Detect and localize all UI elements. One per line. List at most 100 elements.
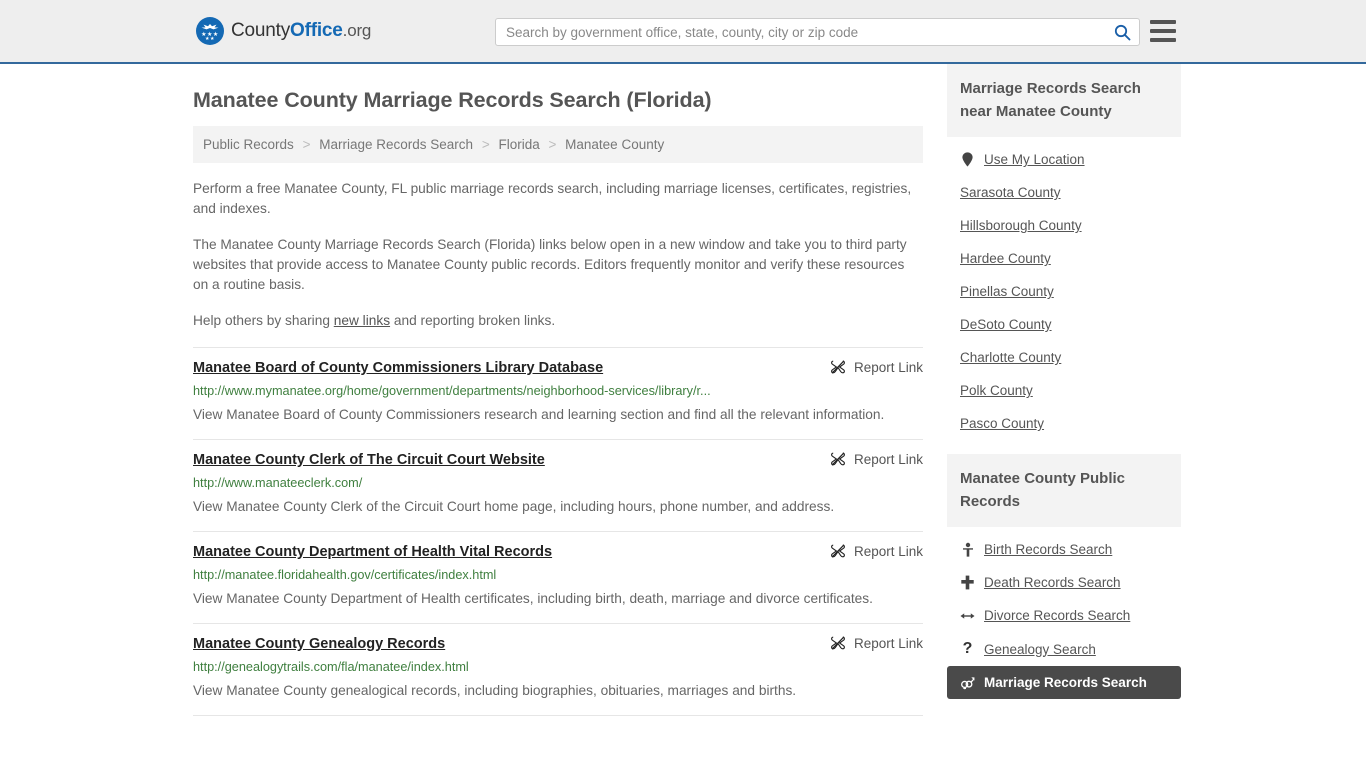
hamburger-bar-1 xyxy=(1150,20,1176,24)
result-url: http://genealogytrails.com/fla/manatee/i… xyxy=(193,660,469,674)
sidebar-item-death-records-search[interactable]: Death Records Search xyxy=(947,566,1181,599)
search-input[interactable] xyxy=(496,19,1105,45)
brand-wordmark: CountyOffice.org xyxy=(231,20,371,42)
breadcrumb-item-marriage-records-search[interactable]: Marriage Records Search xyxy=(319,137,473,152)
result-url: http://www.mymanatee.org/home/government… xyxy=(193,384,711,398)
public-records-list: Birth Records Search Death Records Searc… xyxy=(947,527,1181,699)
result-description: View Manatee County Clerk of the Circuit… xyxy=(193,499,835,514)
sidebar-link-label[interactable]: Divorce Records Search xyxy=(984,608,1130,623)
sidebar-link-label[interactable]: Pasco County xyxy=(960,416,1044,431)
broken-link-icon xyxy=(831,452,845,466)
sidebar-item-sarasota-county[interactable]: Sarasota County xyxy=(947,176,1181,209)
intro-paragraph-2: The Manatee County Marriage Records Sear… xyxy=(193,237,907,292)
report-link-button[interactable]: Report Link xyxy=(814,543,923,559)
sidebar-item-pasco-county[interactable]: Pasco County xyxy=(947,407,1181,440)
result-header: Manatee County Department of Health Vita… xyxy=(193,542,923,562)
nearby-panel: Marriage Records Search near Manatee Cou… xyxy=(947,64,1181,440)
breadcrumb-item-manatee-county[interactable]: Manatee County xyxy=(565,137,664,152)
new-links-link[interactable]: new links xyxy=(334,313,390,328)
report-link-button[interactable]: Report Link xyxy=(814,635,923,651)
content-container: Manatee County Marriage Records Search (… xyxy=(193,64,1181,717)
result-title-link[interactable]: Manatee Board of County Commissioners Li… xyxy=(193,358,603,378)
search-icon xyxy=(1114,24,1130,40)
result-item: Manatee Board of County Commissioners Li… xyxy=(193,347,923,439)
result-description: View Manatee County Department of Health… xyxy=(193,591,873,606)
report-link-button[interactable]: Report Link xyxy=(814,451,923,467)
seal-stars-row-2: ★★ xyxy=(205,36,215,42)
sidebar-item-divorce-records-search[interactable]: Divorce Records Search xyxy=(947,599,1181,632)
map-pin-icon xyxy=(960,152,975,167)
breadcrumb-separator: > xyxy=(548,137,557,152)
page-title: Manatee County Marriage Records Search (… xyxy=(193,88,712,112)
report-link-label: Report Link xyxy=(853,451,923,467)
result-title-link[interactable]: Manatee County Clerk of The Circuit Cour… xyxy=(193,450,545,470)
breadcrumb-separator: > xyxy=(302,137,311,152)
brand-part-county: County xyxy=(231,20,291,41)
sidebar-item-birth-records-search[interactable]: Birth Records Search xyxy=(947,533,1181,566)
sidebar-item-genealogy-search[interactable]: ? Genealogy Search xyxy=(947,632,1181,666)
sidebar-link-label[interactable]: Use My Location xyxy=(984,152,1085,167)
gender-symbols-icon xyxy=(960,676,975,690)
intro-p3-before: Help others by sharing xyxy=(193,313,334,328)
sidebar-item-desoto-county[interactable]: DeSoto County xyxy=(947,308,1181,341)
sidebar-item-use-my-location[interactable]: Use My Location xyxy=(947,143,1181,176)
sidebar-link-label[interactable]: DeSoto County xyxy=(960,317,1052,332)
sidebar-link-label[interactable]: Death Records Search xyxy=(984,575,1121,590)
intro-paragraph-3: Help others by sharing new links and rep… xyxy=(193,311,923,331)
question-mark-icon: ? xyxy=(962,640,973,657)
intro-text: Perform a free Manatee County, FL public… xyxy=(193,179,923,331)
breadcrumb-item-florida[interactable]: Florida xyxy=(498,137,539,152)
report-link-label: Report Link xyxy=(853,359,923,375)
result-item: Manatee County Clerk of The Circuit Cour… xyxy=(193,439,923,531)
intro-p3-after: and reporting broken links. xyxy=(390,313,556,328)
sidebar-item-hillsborough-county[interactable]: Hillsborough County xyxy=(947,209,1181,242)
breadcrumb-item-public-records[interactable]: Public Records xyxy=(203,137,294,152)
sidebar-item-charlotte-county[interactable]: Charlotte County xyxy=(947,341,1181,374)
brand-part-office: Office xyxy=(290,20,343,41)
result-item: Manatee County Genealogy Records Report … xyxy=(193,623,923,715)
hamburger-bar-2 xyxy=(1150,29,1176,33)
eagle-seal-icon: ★★★ ★★ xyxy=(196,17,224,45)
search-button[interactable] xyxy=(1105,19,1139,45)
result-url: http://www.manateeclerk.com/ xyxy=(193,476,363,490)
sidebar-link-label[interactable]: Genealogy Search xyxy=(984,642,1096,657)
cross-icon xyxy=(960,575,975,590)
sidebar-link-label[interactable]: Hardee County xyxy=(960,251,1051,266)
sidebar-item-marriage-records-search[interactable]: Marriage Records Search xyxy=(947,666,1181,699)
site-logo[interactable]: ★★★ ★★ CountyOffice.org xyxy=(196,17,371,45)
sidebar-item-polk-county[interactable]: Polk County xyxy=(947,374,1181,407)
report-link-label: Report Link xyxy=(853,635,923,651)
public-records-panel-heading: Manatee County Public Records xyxy=(947,454,1181,527)
nearby-county-list: Use My Location Sarasota County Hillsbor… xyxy=(947,137,1181,440)
result-header: Manatee County Clerk of The Circuit Cour… xyxy=(193,450,923,470)
public-records-panel: Manatee County Public Records Birth Reco… xyxy=(947,454,1181,699)
result-title-link[interactable]: Manatee County Department of Health Vita… xyxy=(193,542,552,562)
result-header: Manatee County Genealogy Records Report … xyxy=(193,634,923,654)
sidebar-link-label[interactable]: Pinellas County xyxy=(960,284,1054,299)
result-title-link[interactable]: Manatee County Genealogy Records xyxy=(193,634,445,654)
sidebar-item-pinellas-county[interactable]: Pinellas County xyxy=(947,275,1181,308)
sidebar-link-label[interactable]: Sarasota County xyxy=(960,185,1061,200)
broken-link-icon xyxy=(831,544,845,558)
sidebar-item-hardee-county[interactable]: Hardee County xyxy=(947,242,1181,275)
sidebar-link-label[interactable]: Charlotte County xyxy=(960,350,1061,365)
sidebar-link-label[interactable]: Hillsborough County xyxy=(960,218,1082,233)
nearby-panel-heading: Marriage Records Search near Manatee Cou… xyxy=(947,64,1181,137)
baby-icon xyxy=(960,542,975,557)
hamburger-menu-icon[interactable] xyxy=(1150,20,1176,42)
result-item-divider xyxy=(193,715,923,717)
sidebar-link-label[interactable]: Birth Records Search xyxy=(984,542,1112,557)
sidebar: Marriage Records Search near Manatee Cou… xyxy=(947,64,1181,717)
sidebar-link-label[interactable]: Polk County xyxy=(960,383,1033,398)
site-header: ★★★ ★★ CountyOffice.org xyxy=(0,0,1366,64)
eagle-glyph xyxy=(201,24,219,30)
main-column: Manatee County Marriage Records Search (… xyxy=(193,64,923,717)
hamburger-bar-3 xyxy=(1150,38,1176,42)
broken-link-icon xyxy=(831,360,845,374)
report-link-button[interactable]: Report Link xyxy=(814,359,923,375)
sidebar-link-label[interactable]: Marriage Records Search xyxy=(984,675,1147,690)
brand-part-tld: .org xyxy=(342,21,372,40)
search-bar[interactable] xyxy=(495,18,1140,46)
intro-paragraph-1: Perform a free Manatee County, FL public… xyxy=(193,181,912,216)
result-item: Manatee County Department of Health Vita… xyxy=(193,531,923,623)
